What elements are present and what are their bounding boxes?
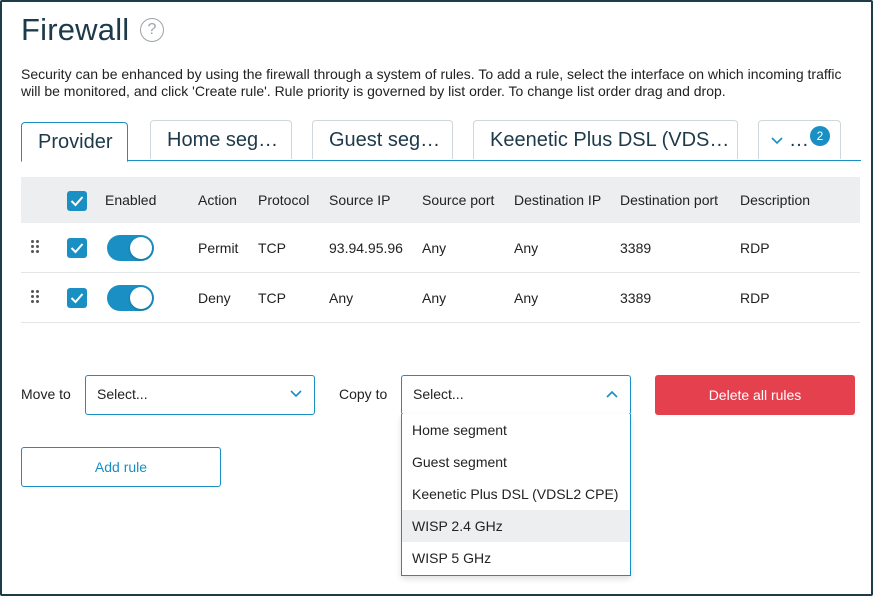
- check-icon: [70, 243, 84, 254]
- cell-destination-port: 3389: [620, 290, 652, 306]
- chevron-down-icon: [771, 137, 783, 144]
- row-checkbox[interactable]: [67, 288, 87, 308]
- tab-label: Keenetic Plus DSL (VDS…: [490, 129, 730, 151]
- hidden-tabs-count-badge: 2: [810, 126, 830, 146]
- tab-keenetic-plus-dsl[interactable]: Keenetic Plus DSL (VDS…: [473, 120, 738, 159]
- page-title: Firewall: [21, 12, 130, 47]
- tab-label: Guest seg…: [329, 129, 441, 151]
- column-header-protocol: Protocol: [258, 192, 310, 208]
- cell-protocol: TCP: [258, 240, 286, 256]
- add-rule-button[interactable]: Add rule: [21, 447, 221, 487]
- delete-all-rules-button[interactable]: Delete all rules: [655, 375, 855, 415]
- dropdown-option-wisp-2-4ghz[interactable]: WISP 2.4 GHz: [402, 510, 630, 542]
- tab-home-segment[interactable]: Home seg…: [150, 120, 292, 159]
- cell-source-ip: Any: [329, 290, 354, 306]
- column-header-source-ip: Source IP: [329, 192, 391, 208]
- check-icon: [70, 293, 84, 304]
- cell-description: RDP: [740, 240, 770, 256]
- copy-to-dropdown-list: Home segment Guest segment Keenetic Plus…: [401, 414, 631, 576]
- column-header-enabled: Enabled: [105, 192, 157, 208]
- cell-source-port: Any: [422, 240, 447, 256]
- chevron-down-icon: [290, 390, 302, 398]
- move-to-label: Move to: [21, 386, 71, 402]
- row-checkbox[interactable]: [67, 238, 87, 258]
- toggle-knob: [130, 237, 152, 259]
- tab-label: Home seg…: [167, 129, 279, 151]
- cell-destination-ip: Any: [514, 290, 539, 306]
- cell-source-ip: 93.94.95.96: [329, 240, 403, 256]
- rule-enabled-toggle[interactable]: [107, 285, 154, 311]
- cell-protocol: TCP: [258, 290, 286, 306]
- dropdown-option-home-segment[interactable]: Home segment: [402, 414, 630, 446]
- table-row[interactable]: Permit TCP 93.94.95.96 Any Any 3389 RDP: [21, 223, 860, 273]
- cell-destination-ip: Any: [514, 240, 539, 256]
- toggle-knob: [130, 287, 152, 309]
- tab-guest-segment[interactable]: Guest seg…: [312, 120, 453, 159]
- copy-to-select[interactable]: Select...: [401, 375, 631, 415]
- rules-table: Enabled Action Protocol Source IP Source…: [21, 177, 860, 323]
- table-row[interactable]: Deny TCP Any Any Any 3389 RDP: [21, 273, 860, 323]
- copy-to-label: Copy to: [339, 386, 388, 402]
- drag-handle-icon[interactable]: [31, 240, 39, 254]
- cell-action: Deny: [198, 290, 231, 306]
- cell-source-port: Any: [422, 290, 447, 306]
- dropdown-option-wisp-5ghz[interactable]: WISP 5 GHz: [402, 542, 630, 574]
- column-header-destination-ip: Destination IP: [514, 192, 602, 208]
- column-header-action: Action: [198, 192, 237, 208]
- select-all-checkbox[interactable]: [67, 191, 87, 211]
- column-header-source-port: Source port: [422, 192, 495, 208]
- cell-action: Permit: [198, 240, 239, 256]
- chevron-up-icon: [606, 390, 618, 398]
- column-header-description: Description: [740, 192, 811, 208]
- column-header-destination-port: Destination port: [620, 192, 719, 208]
- dropdown-option-keenetic-plus-dsl[interactable]: Keenetic Plus DSL (VDSL2 CPE): [402, 478, 630, 510]
- copy-to-value: Select...: [413, 386, 464, 402]
- interface-tabs: Provider Home seg… Guest seg… Keenetic P…: [21, 120, 861, 162]
- rule-enabled-toggle[interactable]: [107, 235, 154, 261]
- dropdown-option-guest-segment[interactable]: Guest segment: [402, 446, 630, 478]
- check-icon: [70, 196, 84, 207]
- tab-label: Provider: [38, 131, 113, 153]
- page-description: Security can be enhanced by using the fi…: [21, 66, 842, 99]
- drag-handle-icon[interactable]: [31, 290, 39, 304]
- cell-destination-port: 3389: [620, 240, 652, 256]
- cell-description: RDP: [740, 290, 770, 306]
- table-header: Enabled Action Protocol Source IP Source…: [21, 177, 860, 223]
- move-to-select[interactable]: Select...: [85, 375, 315, 415]
- help-icon[interactable]: ?: [140, 18, 164, 42]
- tab-more-label: …: [789, 129, 809, 151]
- move-to-value: Select...: [97, 386, 148, 402]
- tab-provider[interactable]: Provider: [21, 122, 128, 162]
